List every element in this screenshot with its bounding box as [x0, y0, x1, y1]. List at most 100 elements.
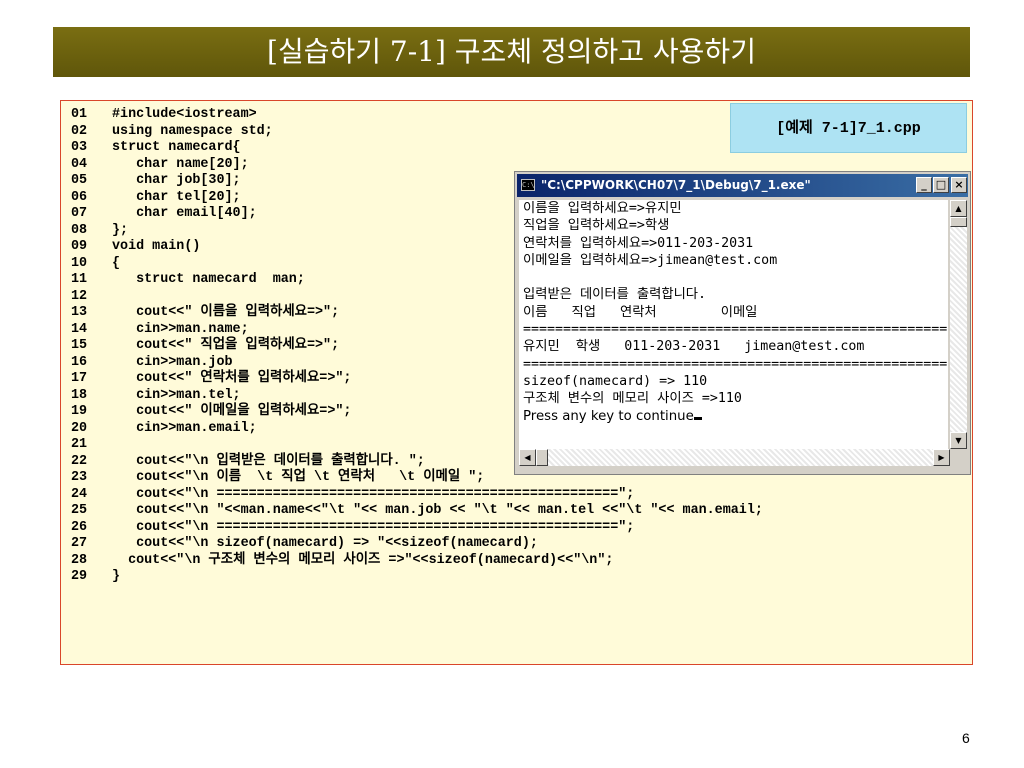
scroll-down-arrow-icon[interactable]: ▼	[950, 432, 967, 449]
horizontal-scroll-thumb[interactable]	[536, 449, 548, 466]
code-line-number: 20	[71, 420, 88, 436]
vertical-scrollbar[interactable]: ▲ ▼	[950, 200, 967, 449]
console-line: 입력받은 데이터를 출력합니다.	[523, 287, 707, 303]
code-line: 28 cout<<"\n 구조체 변수의 메모리 사이즈 =>"<<sizeof…	[71, 553, 763, 570]
text-cursor	[693, 416, 702, 420]
code-line-number: 24	[71, 486, 88, 502]
code-line-number: 12	[71, 288, 88, 304]
code-line-number: 27	[71, 536, 88, 551]
code-line-number: 17	[71, 371, 88, 386]
console-window-title: "C:\CPPWORK\CH07\7_1\Debug\7_1.exe"	[541, 178, 811, 192]
code-line-text: char job[30];	[112, 173, 241, 188]
code-line-number: 14	[71, 321, 88, 337]
console-line: 이메일을 입력하세요=>jimean@test.com	[523, 252, 778, 268]
code-line: 01 #include<iostream>	[71, 107, 763, 124]
console-window[interactable]: C:\ "C:\CPPWORK\CH07\7_1\Debug\7_1.exe" …	[514, 171, 971, 475]
code-line-number: 15	[71, 338, 88, 353]
code-line-number: 08	[71, 222, 88, 238]
code-line-number: 21	[71, 437, 88, 452]
close-button[interactable]: ×	[951, 177, 967, 193]
console-output[interactable]: 이름을 입력하세요=>유지민직업을 입력하세요=>학생 연락처를 입력하세요=>0…	[519, 200, 948, 449]
console-line: 연락처를 입력하세요=>011-203-2031	[523, 235, 754, 251]
code-line-number: 07	[71, 206, 88, 221]
code-line: 26 cout<<"\n ===========================…	[71, 520, 763, 537]
console-line: ========================================…	[523, 356, 948, 372]
code-line: 29}	[71, 569, 763, 586]
code-line-text: cout<<"\n sizeof(namecard) => "<<sizeof(…	[112, 536, 538, 551]
console-line: ========================================…	[523, 322, 948, 338]
code-line-number: 06	[71, 189, 88, 205]
code-line-number: 16	[71, 354, 88, 370]
code-line-number: 19	[71, 404, 88, 419]
code-line-text: cin>>man.tel;	[112, 387, 241, 403]
code-line-number: 11	[71, 272, 88, 287]
code-line-number: 29	[71, 569, 88, 584]
code-line-text: void main()	[112, 239, 201, 254]
code-line-number: 23	[71, 470, 88, 485]
code-line: 27 cout<<"\n sizeof(namecard) => "<<size…	[71, 536, 763, 553]
console-titlebar[interactable]: C:\ "C:\CPPWORK\CH07\7_1\Debug\7_1.exe" …	[517, 174, 968, 197]
code-line-text: cout<<"\n ==============================…	[112, 486, 635, 502]
console-line: 구조체 변수의 메모리 사이즈 =>110	[523, 391, 742, 407]
code-line-text: cin>>man.email;	[112, 420, 257, 436]
code-line-text: #include<iostream>	[112, 107, 257, 122]
code-line-text: cout<<"\n "<<man.name<<"\t "<< man.job <…	[112, 503, 763, 518]
console-line: 유지민 학생 011-203-2031 jimean@test.com	[523, 339, 865, 355]
console-output-lines: 이름을 입력하세요=>유지민직업을 입력하세요=>학생 연락처를 입력하세요=>0…	[519, 200, 948, 425]
code-line-text: cin>>man.job	[112, 354, 233, 370]
code-line-text: cout<<" 직업을 입력하세요=>";	[112, 338, 340, 353]
code-line: 25 cout<<"\n "<<man.name<<"\t "<< man.jo…	[71, 503, 763, 520]
code-line-number: 25	[71, 503, 88, 518]
vertical-scroll-thumb[interactable]	[950, 217, 967, 227]
code-line-text: cout<<" 연락처를 입력하세요=>";	[112, 371, 352, 386]
code-line-text: cout<<"\n ==============================…	[112, 519, 635, 535]
code-line-text: char email[40];	[112, 206, 257, 221]
code-line-text: cout<<"\n 구조체 변수의 메모리 사이즈 =>"<<sizeof(na…	[112, 552, 614, 568]
scroll-right-arrow-icon[interactable]: ▶	[933, 449, 950, 466]
console-line: 이름 직업 연락처 이메일	[523, 304, 758, 320]
code-line-text: }	[112, 569, 121, 584]
console-prompt-text: Press any key to continue	[523, 408, 694, 424]
code-line-text: using namespace std;	[112, 123, 273, 139]
code-line-text: };	[112, 222, 129, 238]
code-line-text: cout<<" 이름을 입력하세요=>";	[112, 305, 340, 320]
code-line-number: 10	[71, 255, 88, 271]
code-line-number: 09	[71, 239, 88, 254]
code-line-text: cout<<"\n 입력받은 데이터를 출력합니다. ";	[112, 453, 425, 469]
console-prompt-line: Press any key to continue	[523, 408, 948, 425]
scroll-up-arrow-icon[interactable]: ▲	[950, 200, 967, 217]
scroll-left-arrow-icon[interactable]: ◀	[519, 449, 536, 466]
slide-title: [실습하기 7-1] 구조체 정의하고 사용하기	[53, 27, 970, 77]
code-line-number: 02	[71, 123, 88, 139]
code-line-number: 26	[71, 519, 88, 535]
maximize-button[interactable]: □	[933, 177, 949, 193]
console-window-icon[interactable]: C:\	[521, 179, 535, 191]
console-line: 이름을 입력하세요=>유지민	[523, 201, 682, 216]
code-line: 02 using namespace std;	[71, 124, 763, 141]
minimize-button[interactable]: _	[916, 177, 932, 193]
example-file-label: [예제 7-1]7_1.cpp	[730, 103, 967, 153]
code-line-number: 18	[71, 387, 88, 403]
code-line-number: 05	[71, 173, 88, 188]
code-line-number: 04	[71, 156, 88, 172]
code-line-text: cin>>man.name;	[112, 321, 249, 337]
code-line-number: 01	[71, 107, 88, 122]
code-line-text: struct namecard{	[112, 140, 241, 155]
code-line-text: char name[20];	[112, 156, 249, 172]
code-line: 03 struct namecard{	[71, 140, 763, 157]
code-line-text: cout<<"\n 이름 \t 직업 \t 연락처 \t 이메일 ";	[112, 470, 485, 485]
console-line: sizeof(namecard) => 110	[523, 373, 708, 389]
code-line-text: struct namecard man;	[112, 272, 305, 287]
horizontal-scrollbar[interactable]: ◀ ▶	[519, 449, 950, 466]
code-line-text: {	[112, 255, 121, 271]
code-line-number: 03	[71, 140, 88, 155]
code-line: 24 cout<<"\n ===========================…	[71, 487, 763, 504]
page-number: 6	[962, 730, 970, 746]
code-line-text: char tel[20];	[112, 189, 241, 205]
code-line-number: 28	[71, 552, 88, 568]
code-line-number: 22	[71, 453, 88, 469]
code-line-number: 13	[71, 305, 88, 320]
console-line: 직업을 입력하세요=>학생	[523, 218, 670, 234]
code-line-text: cout<<" 이메일을 입력하세요=>";	[112, 404, 352, 419]
